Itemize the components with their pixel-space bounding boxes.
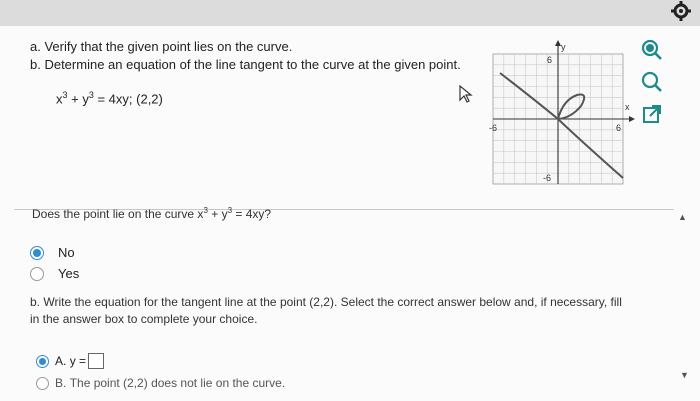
- option-b-text: The point (2,2) does not lie on the curv…: [69, 376, 286, 390]
- question-line-b: b. Determine an equation of the line tan…: [30, 57, 461, 72]
- option-yes[interactable]: Yes: [30, 266, 79, 281]
- cursor-icon: [459, 84, 473, 103]
- scroll-down-arrow-icon[interactable]: ▼: [680, 370, 689, 380]
- y-axis-label: y: [561, 42, 566, 52]
- option-b-letter: B.: [55, 376, 67, 390]
- gear-icon[interactable]: [670, 0, 692, 22]
- option-b[interactable]: B. The point (2,2) does not lie on the c…: [36, 376, 285, 390]
- option-a-letter: A.: [55, 354, 67, 368]
- question-line-a: a. Verify that the given point lies on t…: [30, 39, 293, 54]
- y-max-label: 6: [547, 55, 552, 65]
- x-axis-label: x: [625, 102, 630, 112]
- zoom-out-icon[interactable]: [640, 70, 664, 94]
- x-min-label: -6: [489, 123, 497, 133]
- answer-input-box[interactable]: [88, 353, 105, 369]
- x-max-label: 6: [616, 123, 621, 133]
- option-yes-label: Yes: [58, 266, 80, 281]
- option-a-text: y =: [69, 354, 87, 368]
- collapse-arrow-icon[interactable]: ▲: [678, 212, 687, 222]
- top-bar: [0, 0, 700, 26]
- part-a-prompt: Does the point lie on the curve x3 + y3 …: [32, 206, 272, 221]
- radio-a[interactable]: [36, 354, 49, 368]
- option-no-label: No: [58, 245, 75, 260]
- option-a[interactable]: A. y =: [36, 353, 105, 369]
- radio-b[interactable]: [36, 376, 49, 390]
- radio-yes[interactable]: [30, 266, 44, 281]
- external-link-icon[interactable]: [640, 102, 664, 126]
- zoom-in-icon[interactable]: [640, 38, 664, 62]
- y-min-label: -6: [543, 173, 551, 183]
- option-no[interactable]: No: [30, 245, 75, 260]
- graph-tools: [640, 38, 668, 134]
- curve-equation: x3 + y3 = 4xy; (2,2): [56, 90, 163, 107]
- radio-no[interactable]: [30, 245, 44, 260]
- part-b-prompt: b. Write the equation for the tangent li…: [30, 295, 622, 326]
- curve-graph: y x 6 -6 -6 6: [489, 40, 635, 185]
